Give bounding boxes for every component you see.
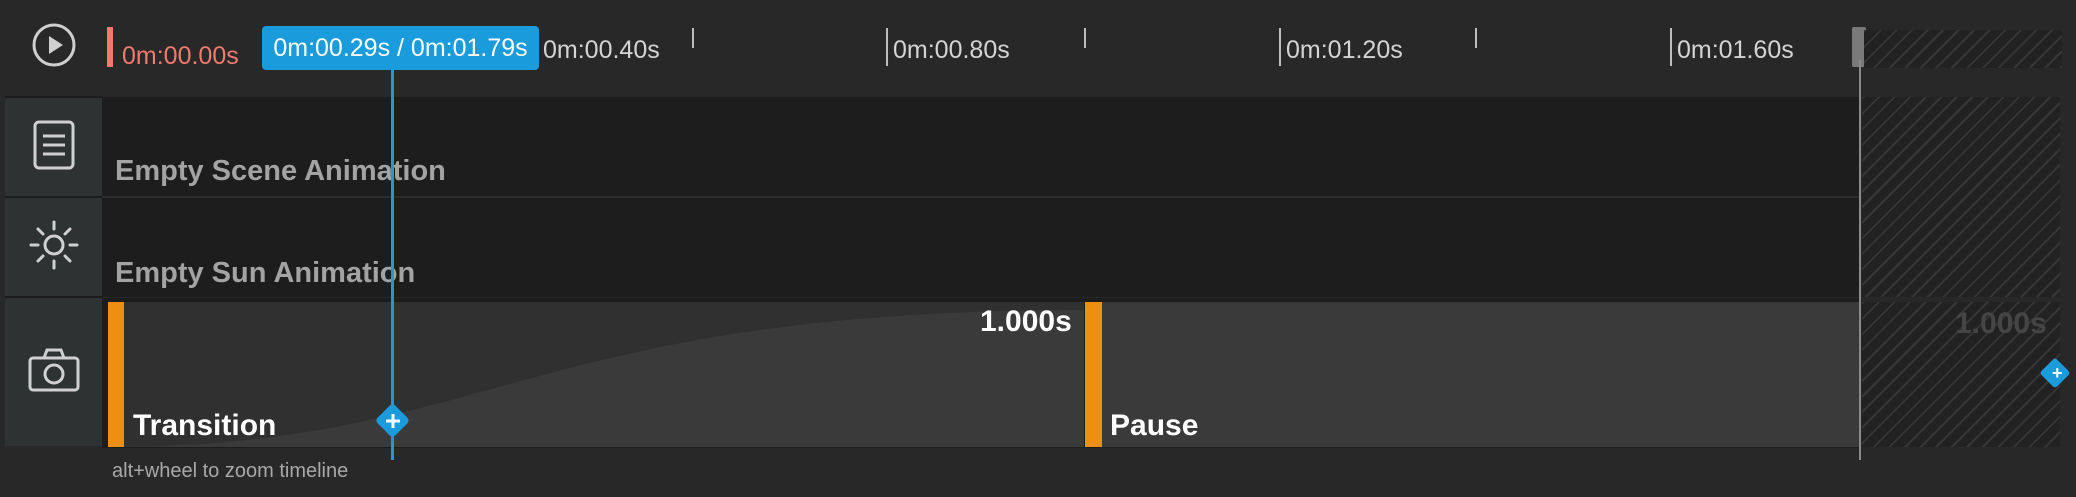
play-icon	[31, 22, 77, 73]
playhead-time-label: 0m:00.29s / 0m:01.79s	[273, 33, 528, 62]
pause-clip[interactable]	[1100, 302, 1861, 447]
zoom-hint: alt+wheel to zoom timeline	[112, 460, 349, 482]
sun-icon	[28, 219, 80, 276]
scene-track-label: Empty Scene Animation	[115, 155, 446, 187]
tick-label: 0m:00.80s	[893, 36, 1010, 64]
transition-label: Transition	[133, 409, 277, 442]
tick-label: 0m:01.60s	[1677, 36, 1794, 64]
start-time-label: 0m:00.00s	[122, 42, 239, 70]
pause-label: Pause	[1110, 409, 1199, 442]
sun-track-label: Empty Sun Animation	[115, 257, 416, 289]
camera-track-button[interactable]	[5, 298, 102, 446]
plus-icon	[386, 414, 400, 428]
tick-label: 0m:00.40s	[543, 36, 660, 64]
playhead-badge[interactable]: 0m:00.29s / 0m:01.79s	[262, 26, 539, 70]
scene-track-button[interactable]	[5, 98, 102, 196]
start-marker	[107, 27, 113, 67]
plus-icon: +	[2052, 363, 2063, 383]
timeline-end-line	[1859, 60, 1861, 460]
overflow-region	[1862, 97, 2060, 297]
camera-icon	[27, 346, 81, 399]
playhead-line[interactable]	[391, 62, 394, 460]
transition-duration: 1.000s	[980, 305, 1072, 338]
document-icon	[30, 119, 78, 176]
pause-start-marker[interactable]	[1085, 302, 1102, 447]
sun-track-button[interactable]	[5, 198, 102, 296]
overflow-duration: 1.000s	[1955, 307, 2047, 340]
transition-start-marker[interactable]	[108, 302, 124, 447]
overflow-region	[1864, 30, 2062, 68]
tick-label: 0m:01.20s	[1286, 36, 1403, 64]
play-button[interactable]	[5, 0, 102, 95]
